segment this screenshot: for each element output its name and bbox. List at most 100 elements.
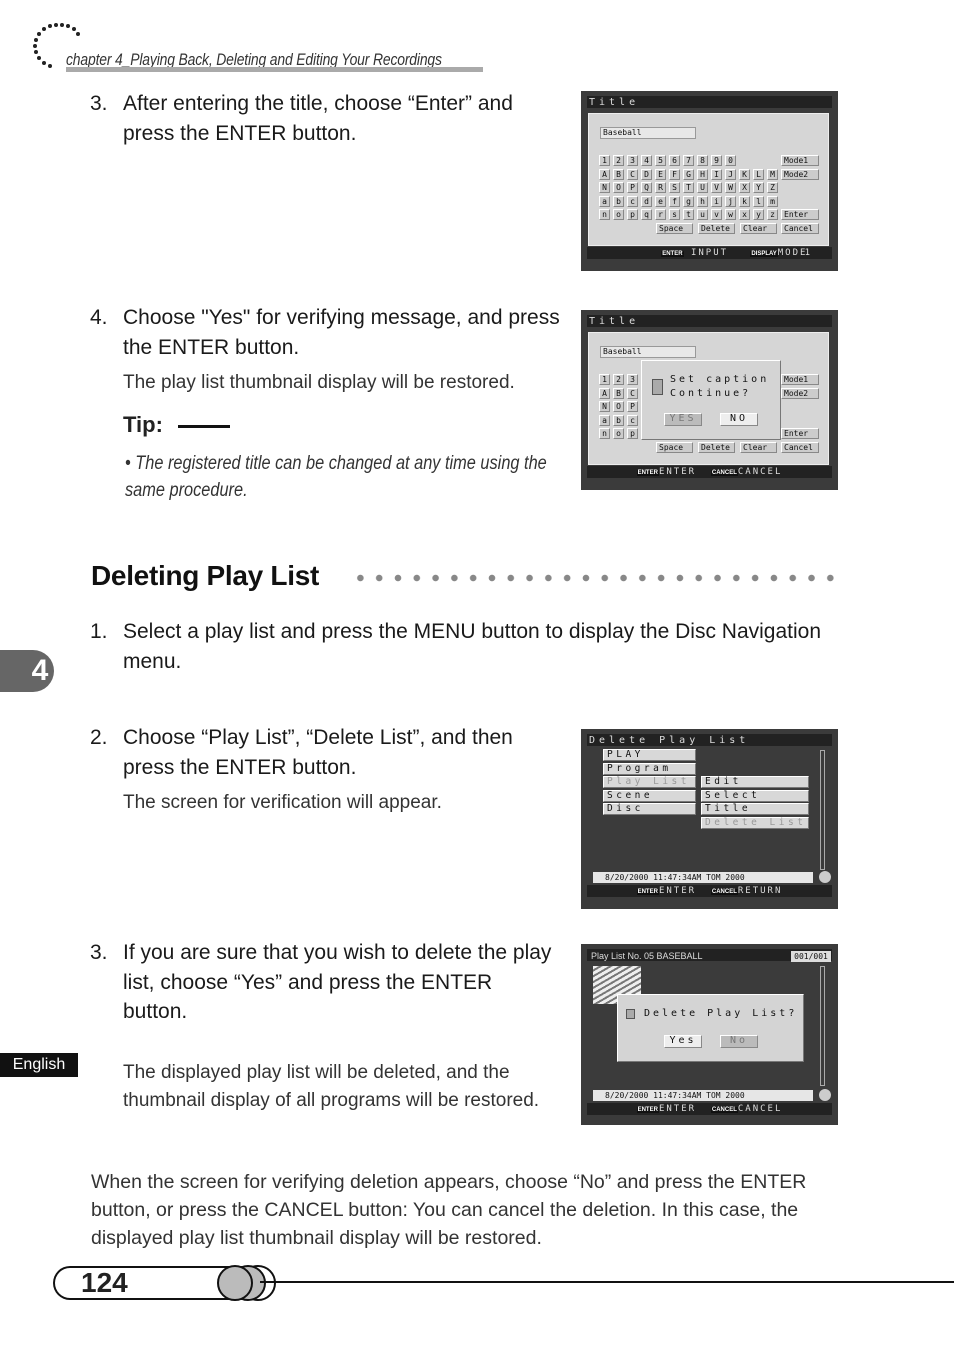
- submenu-item-select[interactable]: Select: [701, 789, 809, 802]
- submenu-item-delete-list[interactable]: Delete List: [701, 816, 809, 829]
- key-n[interactable]: n: [599, 428, 610, 439]
- key-cancel[interactable]: Cancel: [781, 441, 819, 453]
- key-3[interactable]: 3: [627, 155, 638, 166]
- key-B[interactable]: B: [613, 168, 624, 180]
- key-g[interactable]: g: [683, 195, 694, 207]
- menu-item-disc[interactable]: Disc: [603, 803, 696, 815]
- key-O[interactable]: O: [613, 182, 624, 193]
- key-z[interactable]: z: [767, 209, 778, 220]
- menu-item-scene[interactable]: Scene: [603, 789, 696, 802]
- key-A[interactable]: A: [599, 168, 610, 180]
- key-K[interactable]: K: [739, 168, 750, 180]
- key-p[interactable]: p: [627, 428, 638, 439]
- key-i[interactable]: i: [711, 195, 722, 207]
- key-a[interactable]: a: [599, 195, 610, 207]
- key-delete[interactable]: Delete: [698, 441, 735, 453]
- key-o[interactable]: o: [613, 428, 624, 439]
- key-F[interactable]: F: [669, 168, 680, 180]
- key-P[interactable]: P: [627, 182, 638, 193]
- key-2[interactable]: 2: [613, 374, 624, 385]
- yes-button[interactable]: Yes: [664, 1035, 702, 1048]
- key-B[interactable]: B: [613, 387, 624, 399]
- key-V[interactable]: V: [711, 182, 722, 193]
- key-space[interactable]: Space: [656, 222, 693, 234]
- title-field[interactable]: Baseball: [600, 346, 696, 358]
- key-E[interactable]: E: [655, 168, 666, 180]
- key-Q[interactable]: Q: [641, 182, 652, 193]
- key-C[interactable]: C: [627, 387, 638, 399]
- key-m[interactable]: m: [767, 195, 778, 207]
- key-S[interactable]: S: [669, 182, 680, 193]
- key-Z[interactable]: Z: [767, 182, 778, 193]
- key-mode2[interactable]: Mode2: [781, 387, 819, 399]
- submenu-item-edit[interactable]: Edit: [701, 776, 809, 788]
- key-0[interactable]: 0: [725, 155, 736, 166]
- key-1[interactable]: 1: [599, 374, 610, 385]
- key-N[interactable]: N: [599, 182, 610, 193]
- key-b[interactable]: b: [613, 195, 624, 207]
- key-x[interactable]: x: [739, 209, 750, 220]
- key-o[interactable]: o: [613, 209, 624, 220]
- key-T[interactable]: T: [683, 182, 694, 193]
- key-J[interactable]: J: [725, 168, 736, 180]
- key-l[interactable]: l: [753, 195, 764, 207]
- yes-button[interactable]: YES: [664, 413, 702, 426]
- key-3[interactable]: 3: [627, 374, 638, 385]
- submenu-item-title[interactable]: Title: [701, 803, 809, 815]
- key-2[interactable]: 2: [613, 155, 624, 166]
- scrollbar[interactable]: [820, 966, 825, 1086]
- key-W[interactable]: W: [725, 182, 736, 193]
- key-6[interactable]: 6: [669, 155, 680, 166]
- key-U[interactable]: U: [697, 182, 708, 193]
- menu-item-program[interactable]: Program: [603, 762, 696, 775]
- key-mode1[interactable]: Mode1: [781, 374, 819, 385]
- key-cancel[interactable]: Cancel: [781, 222, 819, 234]
- key-e[interactable]: e: [655, 195, 666, 207]
- key-enter[interactable]: Enter: [781, 428, 819, 439]
- title-field[interactable]: Baseball: [600, 127, 696, 139]
- key-P[interactable]: P: [627, 401, 638, 412]
- key-mode2[interactable]: Mode2: [781, 168, 819, 180]
- key-8[interactable]: 8: [697, 155, 708, 166]
- key-k[interactable]: k: [739, 195, 750, 207]
- key-G[interactable]: G: [683, 168, 694, 180]
- key-y[interactable]: y: [753, 209, 764, 220]
- key-delete[interactable]: Delete: [698, 222, 735, 234]
- key-u[interactable]: u: [697, 209, 708, 220]
- key-Y[interactable]: Y: [753, 182, 764, 193]
- menu-item-play[interactable]: PLAY: [603, 749, 696, 761]
- key-5[interactable]: 5: [655, 155, 666, 166]
- key-R[interactable]: R: [655, 182, 666, 193]
- key-A[interactable]: A: [599, 387, 610, 399]
- key-clear[interactable]: Clear: [740, 441, 777, 453]
- key-v[interactable]: v: [711, 209, 722, 220]
- key-a[interactable]: a: [599, 414, 610, 426]
- key-4[interactable]: 4: [641, 155, 652, 166]
- key-r[interactable]: r: [655, 209, 666, 220]
- key-n[interactable]: n: [599, 209, 610, 220]
- key-b[interactable]: b: [613, 414, 624, 426]
- key-f[interactable]: f: [669, 195, 680, 207]
- key-mode1[interactable]: Mode1: [781, 155, 819, 166]
- key-C[interactable]: C: [627, 168, 638, 180]
- key-p[interactable]: p: [627, 209, 638, 220]
- key-c[interactable]: c: [627, 414, 638, 426]
- no-button[interactable]: NO: [720, 413, 758, 426]
- key-L[interactable]: L: [753, 168, 764, 180]
- key-7[interactable]: 7: [683, 155, 694, 166]
- key-c[interactable]: c: [627, 195, 638, 207]
- key-d[interactable]: d: [641, 195, 652, 207]
- key-9[interactable]: 9: [711, 155, 722, 166]
- key-s[interactable]: s: [669, 209, 680, 220]
- key-t[interactable]: t: [683, 209, 694, 220]
- menu-item-play-list[interactable]: Play List: [603, 776, 696, 788]
- key-h[interactable]: h: [697, 195, 708, 207]
- key-clear[interactable]: Clear: [740, 222, 777, 234]
- key-q[interactable]: q: [641, 209, 652, 220]
- key-space[interactable]: Space: [656, 441, 693, 453]
- key-N[interactable]: N: [599, 401, 610, 412]
- key-w[interactable]: w: [725, 209, 736, 220]
- key-M[interactable]: M: [767, 168, 778, 180]
- key-1[interactable]: 1: [599, 155, 610, 166]
- key-O[interactable]: O: [613, 401, 624, 412]
